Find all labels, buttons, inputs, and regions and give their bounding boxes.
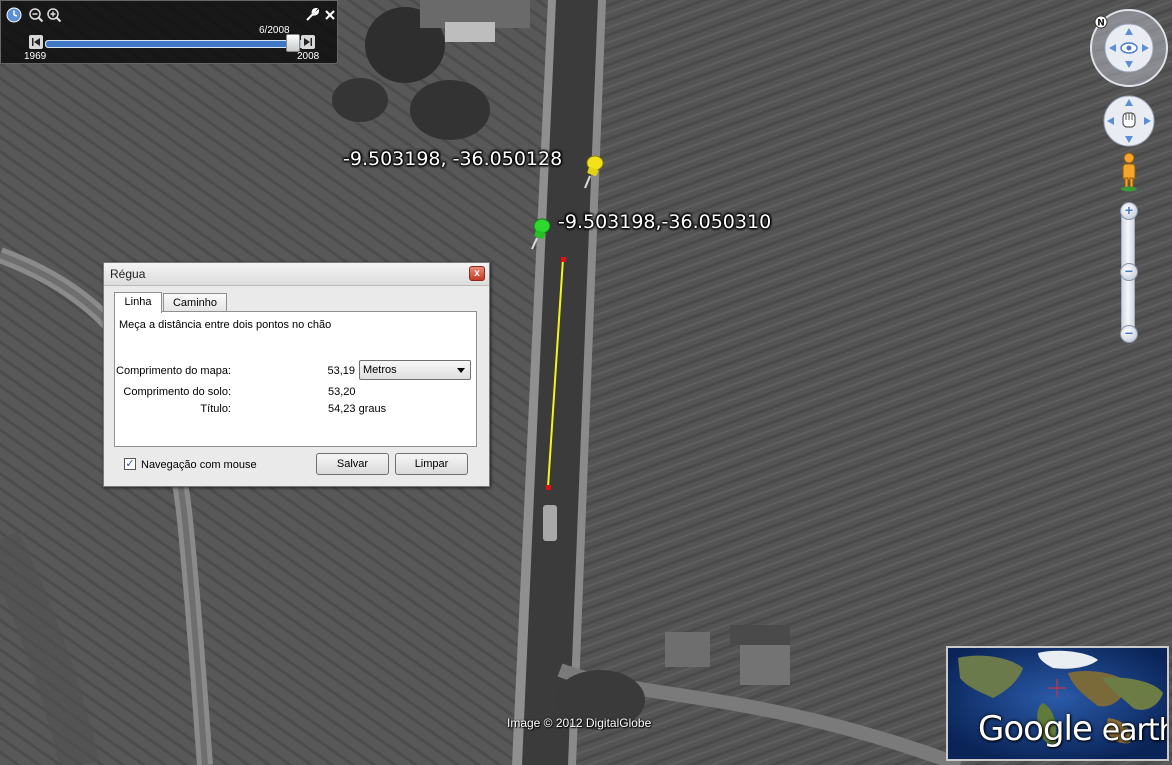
wrench-icon[interactable] [304,7,320,23]
time-slider-fill [46,41,295,47]
zoom-out-time-icon[interactable] [28,7,44,23]
look-control[interactable]: N [1089,8,1169,88]
time-slider-panel: 6/2008 1969 2008 [0,0,338,64]
close-icon[interactable] [322,7,338,23]
skip-forward-button[interactable] [301,35,315,49]
plus-icon: + [1124,202,1134,218]
time-slider-track[interactable] [45,40,303,48]
ground-length-label: Comprimento do solo: [123,386,231,398]
end-year-label: 2008 [297,51,320,62]
chevron-down-icon [457,368,465,373]
minus-icon: − [1124,263,1134,279]
zoom-in-time-icon[interactable] [46,7,62,23]
zoom-slider-thumb[interactable]: − [1120,263,1138,281]
north-arrow-icon: N [1094,15,1108,29]
dialog-close-button[interactable]: x [469,266,485,281]
overview-map[interactable]: Google earth [946,646,1169,761]
ruler-description: Meça a distância entre dois pontos no ch… [119,319,332,331]
clock-icon[interactable] [6,7,22,23]
minus-icon: − [1124,325,1134,341]
tab-linha[interactable]: Linha [114,292,162,313]
skip-forward-icon [304,38,312,46]
heading-value: 54,23 graus [328,403,387,415]
ruler-start-point [561,257,566,262]
pegman-icon[interactable] [1118,152,1140,192]
dialog-titlebar[interactable]: Régua x [104,263,489,286]
placemark-label-green[interactable]: -9.503198,-36.050310 [558,211,771,233]
start-year-label: 1969 [24,51,47,62]
current-date-label: 6/2008 [259,25,290,36]
clear-button[interactable]: Limpar [395,453,468,475]
svg-text:N: N [1097,19,1105,29]
ruler-dialog: Régua x Linha Caminho Meça a distância e… [103,262,490,487]
zoom-out-button[interactable]: − [1120,325,1138,343]
unit-select-value: Metros [363,364,397,376]
google-earth-logo: Google earth [978,709,1167,749]
skip-back-icon [32,38,40,46]
move-control[interactable] [1103,95,1155,147]
eye-icon [1120,42,1138,54]
heading-label: Título: [200,403,231,415]
save-button[interactable]: Salvar [316,453,389,475]
placemark-label-yellow[interactable]: -9.503198, -36.050128 [343,148,562,170]
tab-caminho[interactable]: Caminho [163,293,227,312]
hand-icon [1122,112,1136,128]
unit-select[interactable]: Metros [359,360,471,380]
mouse-navigation-checkbox[interactable]: ✓ [124,458,136,470]
skip-back-button[interactable] [29,35,43,49]
map-length-label: Comprimento do mapa: [116,365,231,377]
map-length-value: 53,19 [327,365,355,377]
mouse-navigation-label[interactable]: Navegação com mouse [141,459,257,471]
time-slider-thumb[interactable] [286,34,301,52]
imagery-credit: Image © 2012 DigitalGlobe [507,716,652,730]
ruler-end-point [546,485,551,490]
ground-length-value: 53,20 [328,386,356,398]
dialog-title: Régua [110,267,146,281]
zoom-in-button[interactable]: + [1120,202,1138,220]
